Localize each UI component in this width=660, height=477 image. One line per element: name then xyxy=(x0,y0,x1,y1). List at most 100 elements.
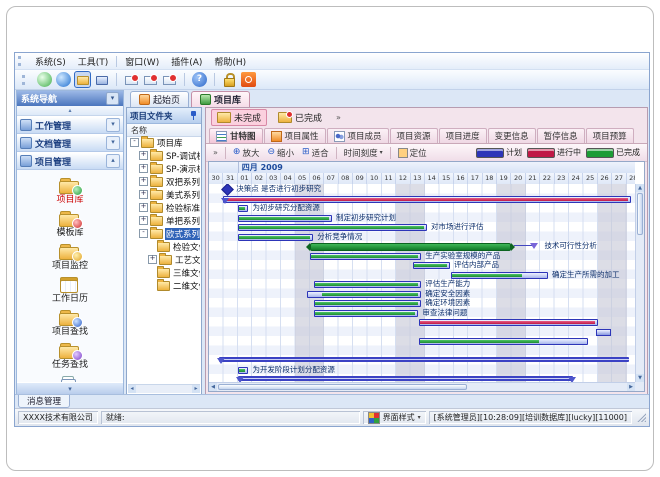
doc-tab-label: 起始页 xyxy=(153,93,180,106)
collapse-icon[interactable]: - xyxy=(130,138,139,147)
scroll-left-icon[interactable]: ◀ xyxy=(209,383,217,391)
sidebar-item[interactable]: 模板库 xyxy=(56,208,83,241)
tree-node[interactable]: -项目库 xyxy=(128,136,200,149)
tool-适合[interactable]: ⊞适合 xyxy=(299,147,332,159)
menu-item[interactable]: 窗口(W) xyxy=(119,54,165,69)
chevron-up-icon[interactable]: ▴ xyxy=(106,154,120,168)
gantt-tab-label: 甘特图 xyxy=(230,130,256,142)
tree-node[interactable]: -欧式系列 xyxy=(128,227,200,240)
hscroll-thumb[interactable] xyxy=(218,384,467,390)
doc-tab[interactable]: 起始页 xyxy=(130,91,189,107)
sidebar-item[interactable]: 任务查找 xyxy=(52,340,88,373)
sidebar-collapsed-strip[interactable]: ▾ xyxy=(17,382,123,394)
computer-icon[interactable] xyxy=(94,72,109,87)
sidebar-group[interactable]: 项目管理▴ xyxy=(17,152,123,170)
chevron-down-icon[interactable]: ▾ xyxy=(106,136,120,150)
mail-new-icon[interactable] xyxy=(124,72,139,87)
tool-时间刻度[interactable]: 时间刻度▾ xyxy=(341,147,386,159)
sidebar-pin-button[interactable]: ▾ xyxy=(106,92,119,105)
gantt-tab[interactable]: 项目进度 xyxy=(439,128,487,143)
mail-open-icon[interactable] xyxy=(143,72,158,87)
tool-定位[interactable]: 定位 xyxy=(395,147,430,159)
sidebar-item[interactable]: 项目文档查找 xyxy=(43,373,97,382)
sidebar-group[interactable]: 工作管理▾ xyxy=(17,116,123,134)
filter-done-button[interactable]: 已完成 xyxy=(272,109,328,126)
power-icon[interactable] xyxy=(241,72,256,87)
tree-node[interactable]: +单把系列 xyxy=(128,214,200,227)
help-icon[interactable]: ? xyxy=(192,72,207,87)
expand-icon[interactable]: + xyxy=(139,177,148,186)
expand-icon[interactable]: + xyxy=(139,203,148,212)
progress-fill xyxy=(239,217,329,220)
tree-node[interactable]: 三维文件 xyxy=(128,266,200,279)
gantt-tab[interactable]: 项目成员 xyxy=(327,128,389,143)
doc-tab[interactable]: 项目库 xyxy=(191,91,250,107)
gantt-tab-strip: 甘特图项目属性项目成员项目资源项目进度变更信息暂停信息项目预算 xyxy=(206,127,647,144)
tree-node[interactable]: 二维文件 xyxy=(128,279,200,292)
toolbar-separator xyxy=(116,73,117,86)
menu-item[interactable]: 系统(S) xyxy=(29,54,72,69)
gantt-hscrollbar[interactable]: ◀ ▶ xyxy=(209,382,635,391)
globe-icon[interactable] xyxy=(56,72,71,87)
sidebar-item[interactable]: 项目监控 xyxy=(52,241,88,274)
gantt-vscrollbar[interactable]: ▲ ▼ xyxy=(635,184,644,382)
gantt-tab[interactable]: 甘特图 xyxy=(209,128,263,143)
pin-icon[interactable] xyxy=(189,110,198,121)
project-library-icon xyxy=(57,176,83,195)
tool-放大[interactable]: ⊕放大 xyxy=(230,147,263,159)
menu-item[interactable]: 帮助(H) xyxy=(208,54,252,69)
chevron-down-icon[interactable]: ▾ xyxy=(106,118,120,132)
gantt-tab-label: 项目资源 xyxy=(397,130,431,142)
interface-style-button[interactable]: 界面样式 ▾ xyxy=(363,411,426,424)
gantt-tab[interactable]: 项目预算 xyxy=(586,128,634,143)
tree-node[interactable]: +工艺文件 xyxy=(128,253,200,266)
expand-icon[interactable]: + xyxy=(148,255,157,264)
tree-node[interactable]: +检验标准 xyxy=(128,201,200,214)
sidebar-collapse-button[interactable]: ▴ xyxy=(17,106,123,116)
scroll-up-icon[interactable]: ▲ xyxy=(636,184,644,192)
resize-grip[interactable] xyxy=(637,413,646,422)
expand-icon[interactable]: + xyxy=(139,190,148,199)
overflow-chevron-icon[interactable]: » xyxy=(333,113,344,122)
sidebar-item-label: 工作日历 xyxy=(52,294,88,304)
connection-icon[interactable] xyxy=(37,72,52,87)
scroll-right-icon[interactable]: ▶ xyxy=(627,383,635,391)
tree-node[interactable]: +SP-演示机系 xyxy=(128,162,200,175)
tree-node[interactable]: +SP-调试机系 xyxy=(128,149,200,162)
filter-pending-button[interactable]: 未完成 xyxy=(211,109,267,126)
sidebar-group[interactable]: 文档管理▾ xyxy=(17,134,123,152)
clipped-bar xyxy=(596,329,611,336)
gantt-tab[interactable]: 项目资源 xyxy=(390,128,438,143)
tree-node-label: 双把系列 xyxy=(165,176,200,188)
mail-user-icon[interactable] xyxy=(162,72,177,87)
gantt-tab[interactable]: 暂停信息 xyxy=(537,128,585,143)
menu-item[interactable]: 插件(A) xyxy=(165,54,208,69)
vscroll-thumb[interactable] xyxy=(637,193,643,235)
expand-icon[interactable]: + xyxy=(139,216,148,225)
gantt-tab[interactable]: 变更信息 xyxy=(488,128,536,143)
sidebar-item[interactable]: 项目库 xyxy=(56,175,83,208)
gantt-tab[interactable]: 项目属性 xyxy=(264,128,326,143)
expand-icon[interactable]: + xyxy=(139,164,148,173)
task-bar xyxy=(310,253,421,260)
day-cell: 30 xyxy=(209,173,223,184)
lock-icon[interactable] xyxy=(222,72,237,87)
tree-node[interactable]: +美式系列 xyxy=(128,188,200,201)
tab-message-management[interactable]: 消息管理 xyxy=(18,395,70,408)
scroll-down-icon[interactable]: ▼ xyxy=(636,374,644,382)
tree-hscrollbar[interactable]: ◂▸ xyxy=(128,384,200,393)
tool-缩小[interactable]: ⊖缩小 xyxy=(264,147,297,159)
sidebar-item[interactable]: 项目查找 xyxy=(52,307,88,340)
project-tree-panel: 项目文件夹 名称 -项目库+SP-调试机系+SP-演示机系+双把系列+美式系列+… xyxy=(126,107,202,395)
collapse-icon[interactable]: - xyxy=(139,229,148,238)
menu-item[interactable]: 工具(T) xyxy=(72,54,115,69)
scroll-right-icon[interactable]: ▸ xyxy=(192,385,200,393)
tree-node[interactable]: 检验文件 xyxy=(128,240,200,253)
scroll-left-icon[interactable]: ◂ xyxy=(128,385,136,393)
style-palette-icon xyxy=(368,412,380,424)
tree-node[interactable]: + 双把系列 xyxy=(128,175,200,188)
expand-icon[interactable]: + xyxy=(139,151,148,160)
toolbar-overflow-icon[interactable]: » xyxy=(210,148,221,157)
sidebar-item[interactable]: 工作日历 xyxy=(52,274,88,307)
open-folder-icon[interactable] xyxy=(75,72,90,87)
